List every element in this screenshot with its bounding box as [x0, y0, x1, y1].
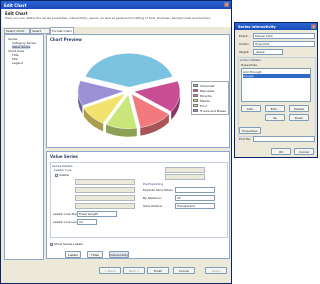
- legend-label: Trucks and Buses: [200, 108, 226, 113]
- tab-format-chart[interactable]: Format Chart: [50, 27, 74, 34]
- format-tree: Series Category Series Value Series Char…: [4, 34, 44, 260]
- legend-label: Porsche: [200, 93, 212, 98]
- dialog-cancel-button[interactable]: Cancel: [294, 148, 314, 155]
- explode-slice-when-label: Explode Slice When:: [143, 188, 174, 192]
- edit-chart-window: Edit Chart × Edit Chart Here you can def…: [0, 0, 232, 284]
- cancel-button[interactable]: Cancel: [173, 267, 195, 274]
- action-select[interactable]: Hyperlink: [253, 41, 315, 47]
- up-button[interactable]: Up: [265, 114, 285, 121]
- legend-label: Mercedes: [200, 88, 215, 93]
- action-label: Action:: [239, 42, 250, 46]
- edit-hyperlink-button[interactable]: Edit...: [265, 105, 285, 112]
- delete-hyperlink-button[interactable]: Delete: [289, 105, 309, 112]
- back-button[interactable]: < Back: [99, 267, 121, 274]
- page-description: Here you can define the series propertie…: [5, 16, 212, 20]
- close-icon[interactable]: ×: [224, 2, 229, 7]
- next-button[interactable]: Next >: [123, 267, 145, 274]
- end-tip-input[interactable]: [253, 136, 315, 142]
- slice-outline-select[interactable]: Transparent: [175, 203, 215, 209]
- chart-preview-panel: Chart Preview Chevrolet Mercedes Porsche Ma…: [46, 34, 230, 148]
- hyperlinks-label: Hyperlinks: [241, 63, 257, 67]
- ok-button[interactable]: OK: [271, 148, 291, 155]
- legend-label: Ford: [200, 103, 207, 108]
- legend-swatch: [193, 109, 198, 112]
- interactivity-button[interactable]: Interactivity: [109, 251, 129, 258]
- leader-line-field-4: [75, 203, 135, 209]
- leader-line-field-2: [75, 187, 135, 193]
- leader-line-style-label: Leader Line Style:: [53, 212, 80, 216]
- properties-button[interactable]: Properties: [239, 127, 261, 134]
- legend-label: Mazda: [200, 98, 210, 103]
- by-distance-label: By Distance:: [143, 196, 162, 200]
- chart-preview-title: Chart Preview: [50, 37, 82, 42]
- series-interactivity-dialog: Series Interactivity × Event: Mouse Clic…: [234, 22, 318, 158]
- legend-swatch: [193, 84, 198, 87]
- target-label: Target:: [239, 50, 250, 54]
- legend-label: Chevrolet: [200, 83, 215, 88]
- dialog-title: Series Interactivity: [238, 24, 276, 29]
- leader-line-field-3: [75, 195, 135, 201]
- right-field-2: [165, 174, 205, 180]
- window-title: Edit Chart: [4, 2, 27, 8]
- pie-slice-chevrolet[interactable]: [84, 53, 174, 88]
- hyperlink-item-selected[interactable]: Google: [243, 74, 310, 78]
- apply-button[interactable]: Apply: [205, 267, 227, 274]
- explode-slice-when-input[interactable]: [175, 187, 215, 193]
- dialog-close-icon[interactable]: ×: [311, 24, 316, 29]
- event-label: Event:: [239, 34, 249, 38]
- visible-checkbox[interactable]: Visible: [55, 173, 69, 177]
- show-series-labels-checkbox[interactable]: Show Series Labels: [50, 242, 83, 246]
- labels-button[interactable]: Labels: [65, 251, 81, 258]
- tree-item-legend[interactable]: Legend: [12, 61, 23, 65]
- leader-line-field-1: [75, 179, 135, 185]
- legend-swatch: [193, 104, 198, 107]
- target-select[interactable]: _blank: [253, 49, 283, 55]
- slice-outline-label: Slice Outline:: [143, 204, 163, 208]
- chart-legend: Chevrolet Mercedes Porsche Mazda Ford Trucks …: [191, 81, 229, 115]
- value-series-title: Value Series: [50, 154, 78, 159]
- value-series-panel: Value Series Series Details Leader Line …: [46, 151, 230, 259]
- end-tip-label: End Tip:: [239, 137, 252, 141]
- edit-chart-titlebar[interactable]: Edit Chart: [1, 1, 231, 9]
- pie-exploding-label: Pie Exploding: [143, 182, 164, 186]
- titles-button[interactable]: Titles: [87, 251, 103, 258]
- action-details-label: Action Details: [240, 58, 261, 62]
- header-area: Edit Chart Here you can define the serie…: [2, 9, 231, 27]
- legend-swatch: [193, 94, 198, 97]
- event-select[interactable]: Mouse Click: [253, 33, 315, 39]
- show-series-labels-check-icon: [50, 242, 53, 246]
- finish-button[interactable]: Finish: [147, 267, 169, 274]
- add-hyperlink-button[interactable]: Add...: [241, 105, 261, 112]
- series-interactivity-titlebar[interactable]: Series Interactivity: [235, 23, 317, 30]
- leader-line-style-select[interactable]: Fixed Length: [77, 211, 117, 217]
- hyperlinks-list[interactable]: Add through Google: [241, 68, 311, 102]
- by-distance-input[interactable]: 15: [175, 195, 215, 201]
- visible-check-icon: [55, 173, 58, 177]
- right-field-1: [165, 167, 205, 173]
- legend-swatch: [193, 99, 198, 102]
- legend-item: Trucks and Buses: [193, 108, 227, 113]
- leader-line-length-input[interactable]: 10: [77, 219, 97, 225]
- down-button[interactable]: Down: [289, 114, 309, 121]
- leader-line-label: Leader Line: [54, 168, 72, 172]
- legend-swatch: [193, 89, 198, 92]
